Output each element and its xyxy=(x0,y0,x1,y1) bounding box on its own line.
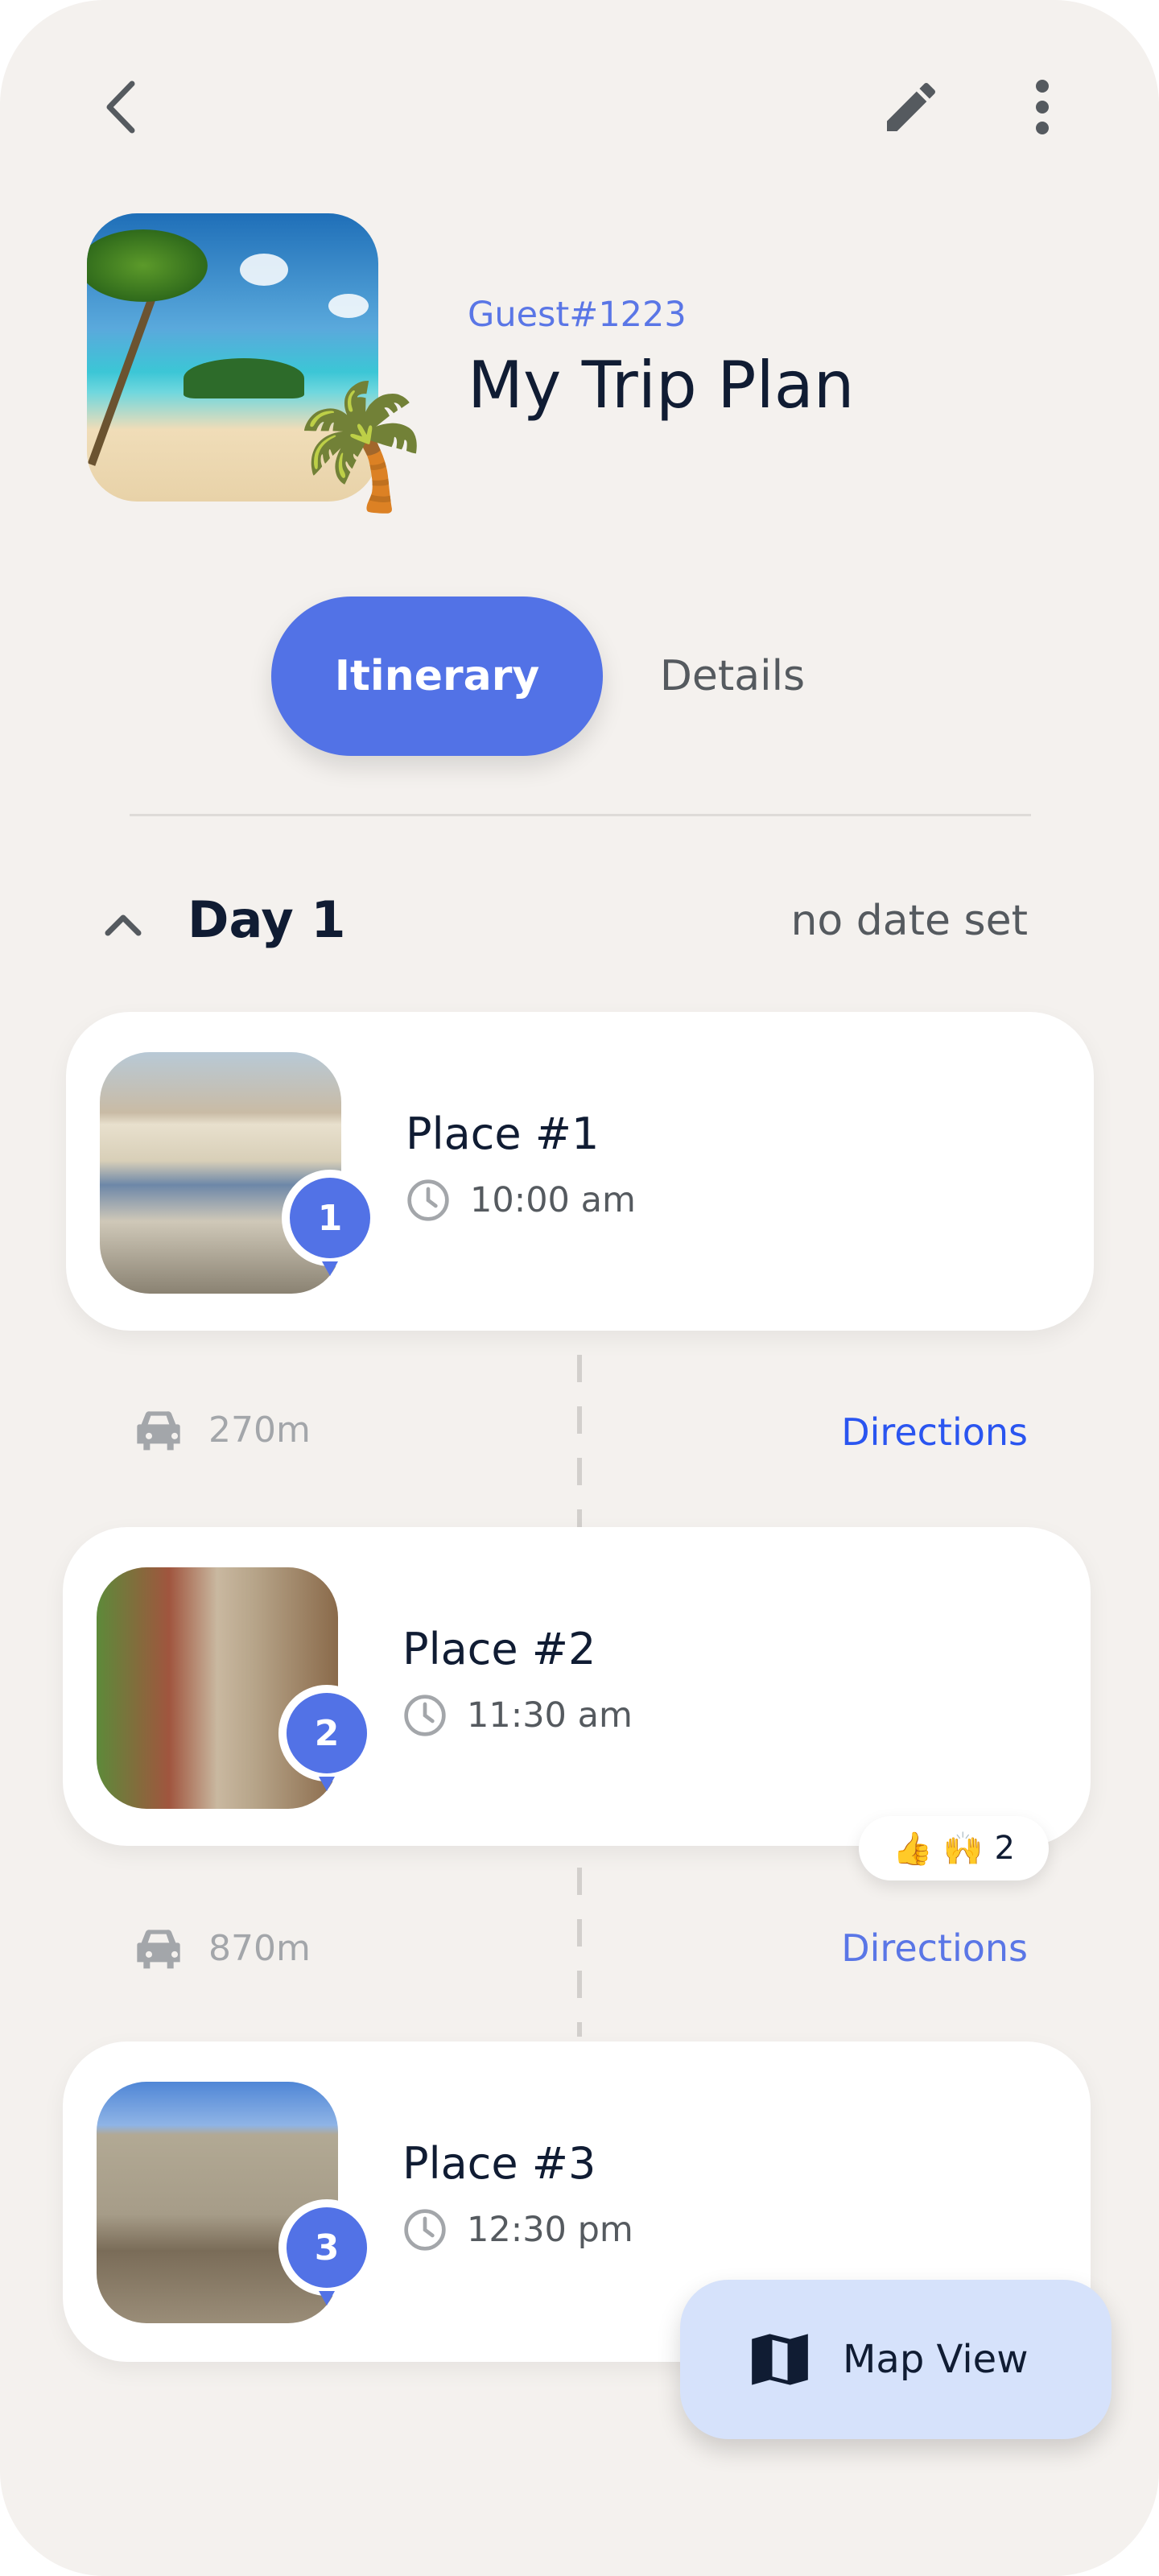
place-time-row: 10:00 am xyxy=(406,1178,636,1223)
palm-tree-emoji-icon: 🌴 xyxy=(286,377,436,517)
place-time-row: 11:30 am xyxy=(402,1693,633,1738)
place-card[interactable]: 2 Place #2 11:30 am xyxy=(63,1527,1091,1846)
trip-plan-screen: 🌴 Guest#1223 My Trip Plan Itinerary Deta… xyxy=(0,0,1159,2576)
place-time: 10:00 am xyxy=(470,1180,636,1220)
directions-link[interactable]: Directions xyxy=(841,1410,1028,1454)
day-title: Day 1 xyxy=(188,890,346,949)
edit-button[interactable] xyxy=(875,71,947,143)
back-button[interactable] xyxy=(85,71,158,143)
chevron-left-icon xyxy=(106,80,135,134)
reaction-count: 2 xyxy=(994,1830,1015,1867)
map-icon xyxy=(752,2334,808,2385)
chevron-up-icon xyxy=(105,914,142,936)
travel-info: 870m xyxy=(133,1926,311,1971)
route-connector xyxy=(577,1355,582,1527)
more-vertical-icon xyxy=(1036,80,1049,134)
place-name: Place #3 xyxy=(402,2138,596,2189)
reactions-pill[interactable]: 👍 🙌 2 xyxy=(859,1816,1049,1880)
travel-distance: 270m xyxy=(208,1409,311,1451)
clock-icon xyxy=(404,1695,446,1736)
map-view-button[interactable]: Map View xyxy=(680,2280,1112,2439)
divider xyxy=(130,814,1031,816)
reaction-emojis: 👍 🙌 xyxy=(893,1830,984,1868)
place-name: Place #2 xyxy=(402,1624,596,1674)
place-number-badge: 3 xyxy=(278,2199,375,2306)
day-date[interactable]: no date set xyxy=(790,897,1028,945)
collapse-day-button[interactable] xyxy=(87,888,159,960)
place-time: 11:30 am xyxy=(467,1695,633,1736)
directions-link[interactable]: Directions xyxy=(841,1926,1028,1970)
page-title: My Trip Plan xyxy=(468,348,855,423)
clock-icon xyxy=(407,1179,449,1221)
pencil-icon xyxy=(887,82,935,131)
travel-distance: 870m xyxy=(208,1927,311,1969)
place-number-badge: 2 xyxy=(278,1685,375,1791)
place-card[interactable]: 1 Place #1 10:00 am xyxy=(66,1012,1094,1331)
trip-owner: Guest#1223 xyxy=(468,295,687,335)
map-view-label: Map View xyxy=(843,2337,1029,2382)
car-icon xyxy=(137,1411,180,1451)
place-time: 12:30 pm xyxy=(467,2210,633,2250)
tab-itinerary[interactable]: Itinerary xyxy=(271,597,603,756)
car-icon xyxy=(137,1930,180,1969)
clock-icon xyxy=(404,2209,446,2251)
place-name: Place #1 xyxy=(406,1108,600,1159)
route-connector xyxy=(577,1868,582,2037)
more-options-button[interactable] xyxy=(1006,71,1079,143)
travel-info: 270m xyxy=(133,1407,311,1452)
place-time-row: 12:30 pm xyxy=(402,2207,633,2252)
tab-details[interactable]: Details xyxy=(628,597,837,756)
place-number-badge: 1 xyxy=(282,1170,378,1276)
